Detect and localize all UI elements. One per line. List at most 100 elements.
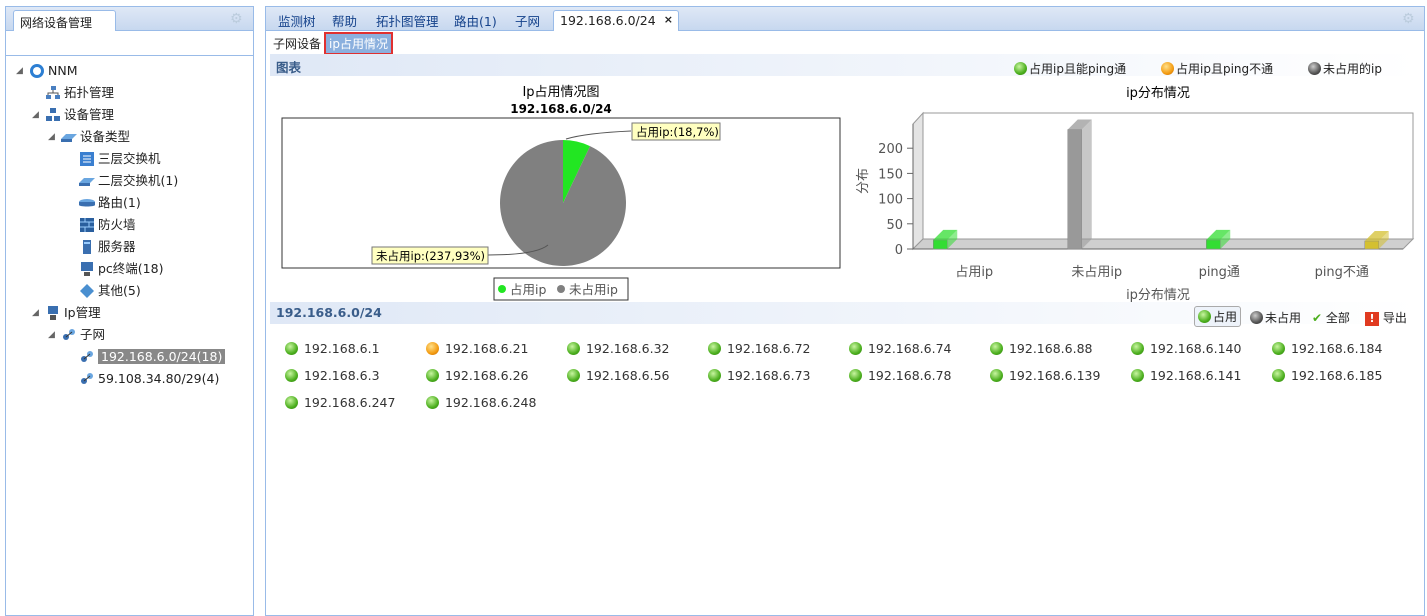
ip-item[interactable]: 192.168.6.73 <box>708 368 810 383</box>
tree-node-nnm[interactable]: ◢ NNM <box>16 60 78 82</box>
ip-item[interactable]: 192.168.6.72 <box>708 341 810 356</box>
ip-item[interactable]: 192.168.6.139 <box>990 368 1100 383</box>
tab-topology[interactable]: 拓扑图管理 <box>376 11 439 30</box>
filter-all-button[interactable]: ✔ 全部 <box>1312 309 1350 326</box>
bar-y-tick-label: 100 <box>878 193 903 208</box>
pie-slice-unused[interactable] <box>500 140 626 266</box>
gear-icon[interactable]: ⚙ <box>230 11 243 27</box>
subtab-ip-usage[interactable]: ip占用情况 <box>324 32 393 55</box>
ip-item[interactable]: 192.168.6.26 <box>426 368 528 383</box>
export-button[interactable]: ! 导出 <box>1365 309 1407 326</box>
tree-node-subnet-2[interactable]: 59.108.34.80/29(4) <box>78 368 219 390</box>
collapse-arrow-icon[interactable]: ◢ <box>32 302 39 324</box>
subtab-subnet-device[interactable]: 子网设备 <box>273 35 321 52</box>
green-ball-icon <box>1272 369 1285 382</box>
bar-title: ip分布情况 <box>1126 86 1190 101</box>
tree-node-l2[interactable]: 二层交换机(1) <box>78 170 178 192</box>
close-icon[interactable]: × <box>664 13 673 26</box>
green-ball-icon <box>285 369 298 382</box>
bar-1[interactable] <box>1067 129 1082 250</box>
ip-item[interactable]: 192.168.6.74 <box>849 341 951 356</box>
tree-node-firewall[interactable]: 防火墙 <box>78 214 136 236</box>
ip-item[interactable]: 192.168.6.247 <box>285 395 395 410</box>
ip-item[interactable]: 192.168.6.56 <box>567 368 669 383</box>
topology-icon <box>44 82 62 104</box>
ip-address: 192.168.6.184 <box>1287 341 1383 356</box>
collapse-arrow-icon[interactable]: ◢ <box>32 104 39 126</box>
ip-item[interactable]: 192.168.6.184 <box>1272 341 1382 356</box>
ip-address: 192.168.6.141 <box>1146 368 1242 383</box>
tree-node-ip-mgmt[interactable]: ◢ Ip管理 <box>32 302 101 324</box>
bar-back-wall <box>912 111 924 251</box>
green-ball-icon <box>849 369 862 382</box>
ip-address: 192.168.6.21 <box>441 341 529 356</box>
tree-node-router[interactable]: 路由(1) <box>78 192 141 214</box>
collapse-arrow-icon[interactable]: ◢ <box>48 324 55 346</box>
pie-legend-used[interactable]: 占用ip <box>510 282 546 297</box>
tree-label: 防火墙 <box>98 217 136 232</box>
tab-subnet[interactable]: 子网 <box>515 11 540 30</box>
tab-active-subnet[interactable]: 192.168.6.0/24 × <box>553 10 679 31</box>
tree-label: 59.108.34.80/29(4) <box>98 371 220 386</box>
tab-monitor-tree[interactable]: 监测树 <box>278 11 316 30</box>
ip-item[interactable]: 192.168.6.140 <box>1131 341 1241 356</box>
gear-icon[interactable]: ⚙ <box>1402 11 1415 27</box>
ip-address: 192.168.6.248 <box>441 395 537 410</box>
ip-item[interactable]: 192.168.6.21 <box>426 341 528 356</box>
device-tree: ◢ NNM 拓扑管理 ◢ 设备管理 ◢ 设备类型 三层交换机 二层交换机(1) 路由(… <box>6 55 253 386</box>
green-ball-icon <box>1198 310 1211 323</box>
bar-0[interactable] <box>933 239 948 250</box>
filter-used-button[interactable]: 占用 <box>1194 306 1242 327</box>
left-panel-title[interactable]: 网络设备管理 <box>13 10 116 31</box>
left-panel-header: 网络设备管理 ⚙ <box>6 7 253 31</box>
tree-node-other[interactable]: 其他(5) <box>78 280 141 302</box>
bar-2[interactable] <box>1206 239 1221 250</box>
tab-router[interactable]: 路由(1) <box>454 11 497 30</box>
tree-node-l3[interactable]: 三层交换机 <box>78 148 161 170</box>
ip-address: 192.168.6.185 <box>1287 368 1383 383</box>
tree-label: 拓扑管理 <box>64 85 115 100</box>
ip-item[interactable]: 192.168.6.88 <box>990 341 1092 356</box>
ip-item[interactable]: 192.168.6.78 <box>849 368 951 383</box>
other-device-icon <box>78 280 96 302</box>
tree-node-subnet[interactable]: ◢ 子网 <box>48 324 105 346</box>
green-ball-icon <box>426 369 439 382</box>
tree-node-device-type[interactable]: ◢ 设备类型 <box>48 126 130 148</box>
ip-item[interactable]: 192.168.6.248 <box>426 395 536 410</box>
bar-chart: ip分布情况 050100150200占用ip 未占用ip ping通 ping不通 … <box>856 86 1415 303</box>
bar-y-tick-label: 50 <box>886 218 903 233</box>
tree-node-topo[interactable]: 拓扑管理 <box>44 82 114 104</box>
ip-item[interactable]: 192.168.6.185 <box>1272 368 1382 383</box>
ip-item[interactable]: 192.168.6.32 <box>567 341 669 356</box>
collapse-arrow-icon[interactable]: ◢ <box>48 126 55 148</box>
router-icon <box>78 192 96 214</box>
ip-item[interactable]: 192.168.6.1 <box>285 341 380 356</box>
orange-ball-icon <box>426 342 439 355</box>
l3-switch-icon <box>78 148 96 170</box>
ip-address: 192.168.6.26 <box>441 368 529 383</box>
ip-address: 192.168.6.140 <box>1146 341 1242 356</box>
pie-legend-unused[interactable]: 未占用ip <box>569 282 618 297</box>
tree-node-pc[interactable]: pc终端(18) <box>78 258 163 280</box>
tree-label: 服务器 <box>98 239 136 254</box>
tree-label-selected: 192.168.6.0/24(18) <box>98 349 226 364</box>
ip-address: 192.168.6.139 <box>1005 368 1101 383</box>
tree-node-server[interactable]: 服务器 <box>78 236 136 258</box>
export-icon: ! <box>1365 312 1379 326</box>
bar-3[interactable] <box>1364 240 1379 250</box>
ip-address: 192.168.6.32 <box>582 341 670 356</box>
tab-help[interactable]: 帮助 <box>332 11 357 30</box>
orange-ball-icon <box>1161 62 1174 75</box>
ip-item[interactable]: 192.168.6.3 <box>285 368 380 383</box>
green-ball-icon <box>285 342 298 355</box>
green-ball-icon <box>567 342 580 355</box>
tree-node-device-mgmt[interactable]: ◢ 设备管理 <box>32 104 114 126</box>
bar-x-axis-label: ip分布情况 <box>1126 288 1190 303</box>
ip-address: 192.168.6.56 <box>582 368 670 383</box>
filter-unused-button[interactable]: 未占用 <box>1250 309 1301 326</box>
ip-item[interactable]: 192.168.6.141 <box>1131 368 1241 383</box>
legend-marker-used <box>498 285 506 293</box>
pie-title: Ip占用情况图 <box>522 85 599 100</box>
collapse-arrow-icon[interactable]: ◢ <box>16 60 23 82</box>
tree-node-subnet-1[interactable]: 192.168.6.0/24(18) <box>78 346 226 368</box>
